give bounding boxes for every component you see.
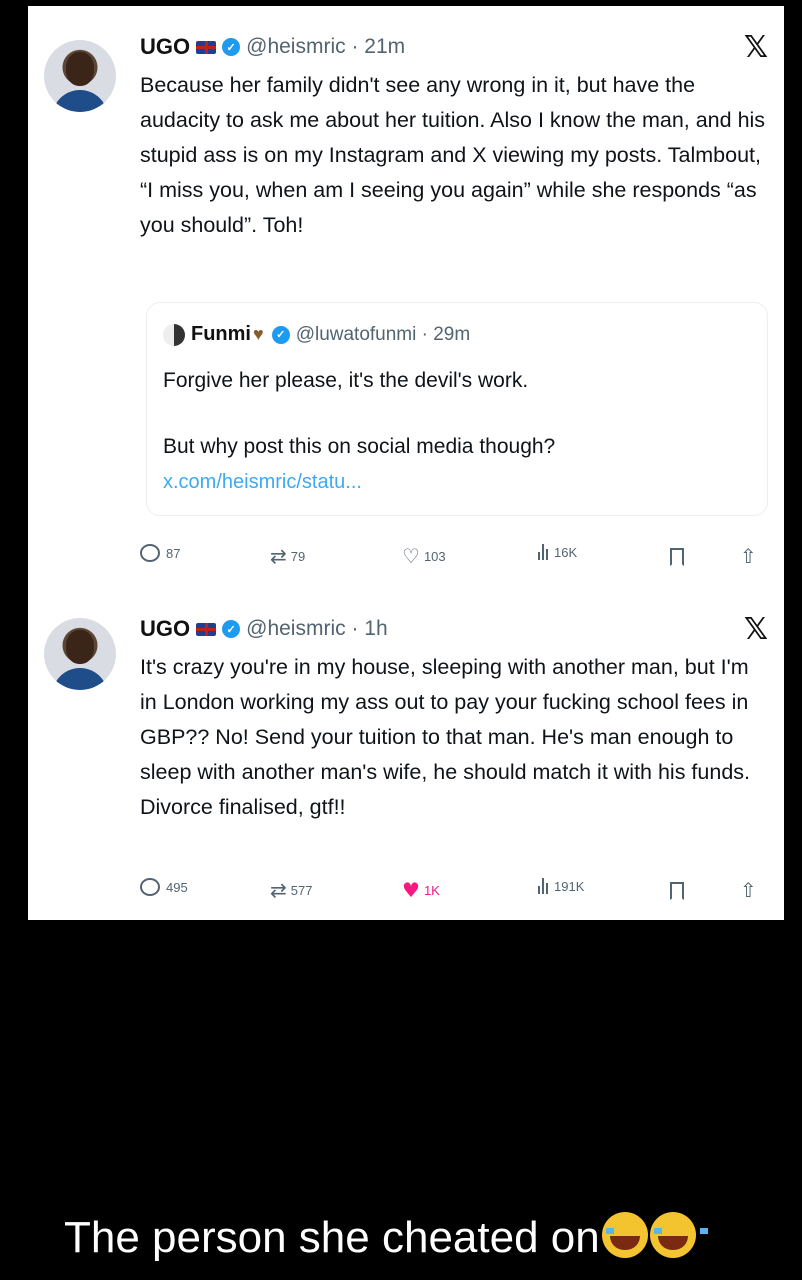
share-icon: ⇧ (740, 878, 757, 902)
views-icon (538, 544, 548, 560)
views-count: 191K (554, 878, 585, 894)
avatar-shirt (52, 90, 108, 112)
tweet-header: UGO ✓ @heismric · 21m (140, 32, 405, 62)
author-handle-time[interactable]: @heismric · 1h (246, 617, 388, 641)
reply-icon (140, 544, 160, 562)
quote-link[interactable]: x.com/heismric/statu... (163, 471, 362, 494)
quote-author-handle-time[interactable]: @luwatofunmi · 29m (296, 324, 471, 346)
tweet-text: Because her family didn't see any wrong … (140, 73, 766, 237)
reply-icon (140, 878, 160, 896)
views-button[interactable]: 16K (538, 544, 577, 560)
like-button[interactable]: ♥ 1K (402, 878, 440, 902)
like-count: 103 (423, 548, 446, 564)
action-bar: 495 ⇄ 577 ♥ 1K 191K ⇧ (140, 878, 776, 908)
caption-text: The person she cheated on (64, 1213, 600, 1262)
tweet-screenshot: UGO ✓ @heismric · 21m 𝕏 Because her fami… (28, 6, 784, 920)
share-icon: ⇧ (740, 544, 757, 568)
x-logo-icon: 𝕏 (743, 30, 768, 65)
repost-button[interactable]: ⇄ 79 (270, 544, 305, 568)
repost-icon: ⇄ (270, 878, 287, 902)
bookmark-button[interactable] (670, 548, 684, 566)
tears-of-joy-emoji-icon (649, 1212, 708, 1258)
avatar[interactable] (44, 40, 116, 112)
image-caption: The person she cheated on (64, 1212, 708, 1263)
uk-flag-icon (196, 622, 217, 636)
bookmark-icon (670, 882, 684, 900)
views-count: 16K (554, 544, 578, 560)
avatar[interactable] (44, 618, 116, 690)
share-button[interactable]: ⇧ (740, 878, 761, 902)
quote-text-line-2: But why post this on social media though… (163, 435, 556, 458)
heart-icon: ♡ (402, 544, 420, 568)
repost-count: 79 (290, 548, 306, 564)
repost-icon: ⇄ (270, 544, 287, 568)
like-count: 1K (423, 882, 440, 898)
uk-flag-icon (196, 40, 217, 54)
share-button[interactable]: ⇧ (740, 544, 761, 568)
quote-author-name[interactable]: Funmi (191, 323, 251, 346)
bookmark-icon (670, 548, 684, 566)
quote-avatar[interactable] (163, 323, 185, 346)
tears-of-joy-emoji-icon (601, 1212, 660, 1258)
action-bar: 87 ⇄ 79 ♡ 103 16K ⇧ (140, 544, 776, 574)
reply-button[interactable]: 495 (140, 878, 188, 896)
views-icon (538, 878, 548, 894)
tweet-text: It's crazy you're in my house, sleeping … (140, 655, 750, 819)
author-name[interactable]: UGO (140, 616, 190, 642)
tweet-header: UGO ✓ @heismric · 1h (140, 614, 388, 644)
x-logo-icon: 𝕏 (743, 612, 768, 647)
verified-badge-icon: ✓ (222, 620, 241, 638)
bookmark-button[interactable] (670, 882, 684, 900)
reply-count: 495 (166, 879, 188, 895)
like-button[interactable]: ♡ 103 (402, 544, 446, 568)
avatar-shirt (52, 668, 108, 690)
avatar-face (66, 630, 94, 664)
repost-button[interactable]: ⇄ 577 (270, 878, 312, 902)
verified-badge-icon: ✓ (271, 325, 290, 344)
author-handle-time[interactable]: @heismric · 21m (246, 35, 405, 59)
repost-count: 577 (290, 882, 313, 898)
quote-text-line-1: Forgive her please, it's the devil's wor… (163, 369, 529, 392)
reply-button[interactable]: 87 (140, 544, 180, 562)
quoted-tweet[interactable]: Funmi ♥ ✓ @luwatofunmi · 29m Forgive her… (146, 302, 768, 516)
verified-badge-icon: ✓ (222, 38, 241, 56)
views-button[interactable]: 191K (538, 878, 584, 894)
reply-count: 87 (166, 545, 181, 561)
author-name[interactable]: UGO (140, 34, 190, 60)
avatar-face (66, 52, 94, 86)
brown-heart-icon: ♥ (253, 324, 264, 344)
quote-header: Funmi ♥ ✓ @luwatofunmi · 29m (163, 323, 470, 346)
heart-filled-icon: ♥ (402, 878, 420, 902)
